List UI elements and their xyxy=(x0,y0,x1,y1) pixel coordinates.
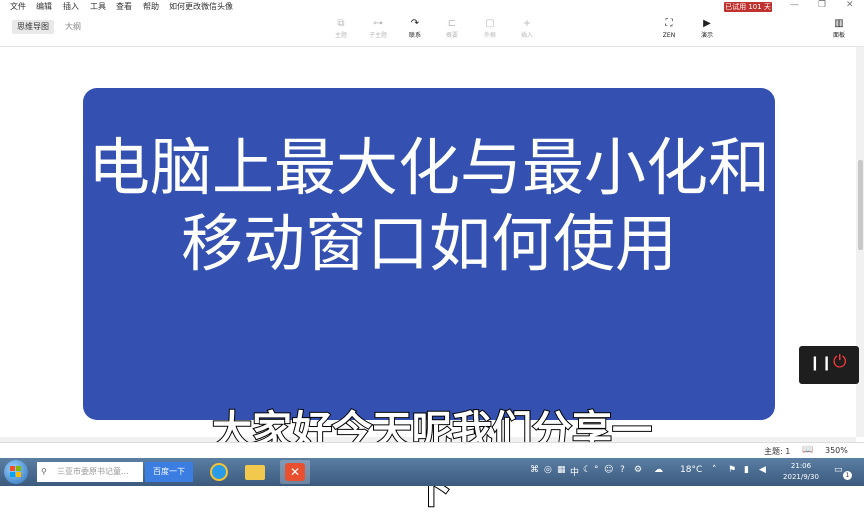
relationship-icon: ↷ xyxy=(410,18,420,29)
notification-count: 1 xyxy=(843,471,852,480)
start-button[interactable] xyxy=(4,460,28,484)
chevron-up-icon[interactable]: ˄ xyxy=(712,465,717,475)
xmind-app-icon[interactable]: ✕ xyxy=(280,460,310,484)
system-clock[interactable]: 21:06 2021/9/30 xyxy=(774,461,828,483)
present-button[interactable]: ▶ 演示 xyxy=(692,17,722,41)
moon-icon[interactable]: ☾ xyxy=(583,465,591,475)
tray-security-icon[interactable]: ◎ xyxy=(544,465,552,475)
vertical-scroll-thumb[interactable] xyxy=(858,160,863,250)
menu-insert[interactable]: 插入 xyxy=(63,1,79,12)
central-topic-text: 电脑上最大化与最小化和移动窗口如何使用 xyxy=(87,131,770,280)
network-icon[interactable]: ▮ xyxy=(744,465,749,475)
power-icon[interactable]: ⏻ xyxy=(833,352,846,372)
clock-time: 21:06 xyxy=(790,462,812,470)
ie-browser-icon[interactable] xyxy=(204,460,234,484)
pause-icon[interactable]: ❙❙ xyxy=(809,355,832,371)
windows-logo-icon xyxy=(10,466,22,478)
file-explorer-icon[interactable] xyxy=(240,460,270,484)
document-title: 如何更改微信头像 xyxy=(169,2,233,11)
zen-icon: ⛶ xyxy=(665,18,673,29)
central-topic[interactable]: 电脑上最大化与最小化和移动窗口如何使用 xyxy=(83,88,775,420)
insert-button[interactable]: + 插入 xyxy=(512,17,542,41)
plus-icon: + xyxy=(522,18,532,29)
emoji-icon[interactable]: ☺ xyxy=(604,465,613,475)
topic-count: 主题: 1 xyxy=(764,447,791,456)
topic-icon: ⧉ xyxy=(337,18,345,29)
subtopic-button[interactable]: ⊶ 子主题 xyxy=(363,17,393,41)
summary-icon: ⊏ xyxy=(447,18,457,29)
subtopic-icon: ⊶ xyxy=(373,18,383,29)
punctuation-icon[interactable]: ° xyxy=(594,465,599,475)
panel-icon: ▥ xyxy=(834,18,844,29)
tab-mindmap[interactable]: 思维导图 xyxy=(12,20,54,34)
zoom-level[interactable]: 350% xyxy=(825,446,848,455)
tray-app-icon[interactable]: ⌘ xyxy=(530,465,539,475)
recording-controls: ❙❙ ⏻ xyxy=(799,346,859,384)
volume-icon[interactable]: ◀ xyxy=(759,465,766,475)
menu-bar: 文件 编辑 插入 工具 查看 帮助 如何更改微信头像 已试用 101 天 — ❐… xyxy=(0,0,864,14)
play-icon: ▶ xyxy=(703,18,711,29)
topic-button[interactable]: ⧉ 主题 xyxy=(326,17,356,41)
notification-icon[interactable]: ▭ xyxy=(834,465,843,475)
cloud-icon[interactable]: ☁ xyxy=(654,465,663,475)
menu-view[interactable]: 查看 xyxy=(116,1,132,12)
close-button[interactable]: ✕ xyxy=(846,0,854,10)
boundary-button[interactable]: ▢ 外框 xyxy=(475,17,505,41)
menu-file[interactable]: 文件 xyxy=(10,1,26,12)
relationship-button[interactable]: ↷ 联系 xyxy=(400,17,430,41)
status-bar: 主题: 1 📖 350% xyxy=(0,442,864,459)
book-icon[interactable]: 📖 xyxy=(802,445,813,455)
tab-outline[interactable]: 大纲 xyxy=(60,20,86,34)
trial-badge[interactable]: 已试用 101 天 xyxy=(724,2,772,12)
search-icon: ⚲ xyxy=(41,467,47,476)
settings-icon[interactable]: ⚙ xyxy=(634,465,642,475)
summary-button[interactable]: ⊏ 概要 xyxy=(437,17,467,41)
menu-help[interactable]: 帮助 xyxy=(143,1,159,12)
clock-date: 2021/9/30 xyxy=(783,473,819,481)
flag-icon[interactable]: ⚑ xyxy=(728,465,736,475)
ime-label[interactable]: 中 xyxy=(570,465,579,478)
search-input[interactable]: ⚲ 三亚市委原书记童... xyxy=(37,462,143,482)
menu-tools[interactable]: 工具 xyxy=(90,1,106,12)
minimize-button[interactable]: — xyxy=(790,0,799,10)
restore-button[interactable]: ❐ xyxy=(818,0,826,10)
zen-button[interactable]: ⛶ ZEN xyxy=(654,17,684,41)
help-icon[interactable]: ? xyxy=(620,465,625,475)
tray-grid-icon[interactable]: ▦ xyxy=(557,465,566,475)
toolbar: 思维导图 大纲 ⧉ 主题 ⊶ 子主题 ↷ 联系 ⊏ 概要 ▢ 外框 + 插入 ⛶… xyxy=(0,14,864,47)
taskbar: ⚲ 三亚市委原书记童... 百度一下 ✕ ⌘ ◎ ▦ 中 ☾ ° ☺ ? ⚙ ☁… xyxy=(0,458,864,486)
panel-button[interactable]: ▥ 面板 xyxy=(824,17,854,41)
menu-edit[interactable]: 编辑 xyxy=(36,1,52,12)
baidu-search-button[interactable]: 百度一下 xyxy=(145,462,193,482)
weather-temp[interactable]: 18°C xyxy=(680,465,702,475)
boundary-icon: ▢ xyxy=(485,18,495,29)
